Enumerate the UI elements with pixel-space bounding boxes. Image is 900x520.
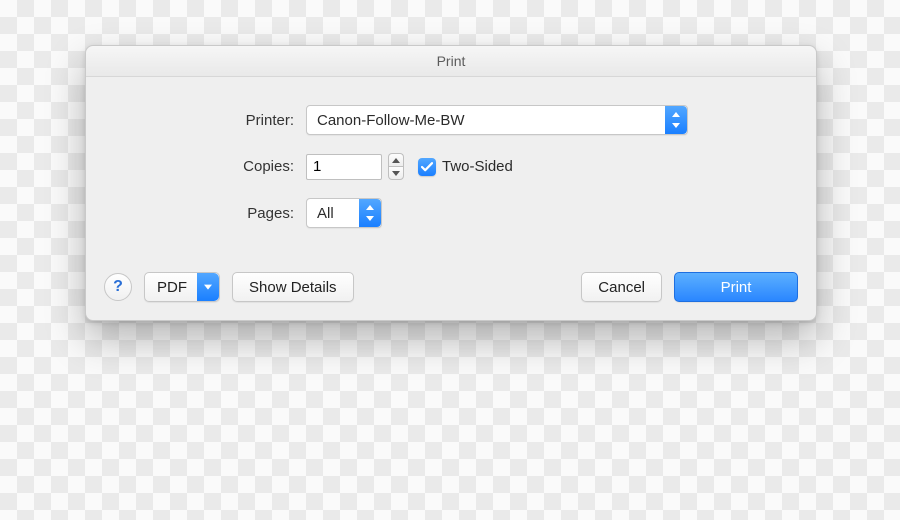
cancel-label: Cancel xyxy=(598,279,645,296)
copies-input[interactable] xyxy=(306,154,382,180)
printer-label: Printer: xyxy=(114,112,306,129)
dialog-title: Print xyxy=(437,53,466,69)
cancel-button[interactable]: Cancel xyxy=(581,272,662,302)
chevron-down-icon xyxy=(197,273,219,301)
checkmark-icon xyxy=(421,162,433,172)
print-button[interactable]: Print xyxy=(674,272,798,302)
copies-label: Copies: xyxy=(114,158,306,175)
pages-label: Pages: xyxy=(114,205,306,222)
updown-icon xyxy=(665,106,687,134)
printer-select[interactable]: Canon-Follow-Me-BW xyxy=(306,105,688,135)
copies-stepper[interactable] xyxy=(388,153,404,180)
stepper-up-icon[interactable] xyxy=(388,153,404,166)
dialog-body: Printer: Canon-Follow-Me-BW Copies: xyxy=(86,77,816,264)
pdf-button[interactable]: PDF xyxy=(144,272,220,302)
help-icon: ? xyxy=(113,278,123,296)
titlebar: Print xyxy=(86,46,816,77)
background: Print Printer: Canon-Follow-Me-BW Copies… xyxy=(0,0,900,520)
copies-row: Copies: Two-Sided xyxy=(114,153,788,180)
two-sided-checkbox[interactable] xyxy=(418,158,436,176)
stepper-down-icon[interactable] xyxy=(388,166,404,180)
pdf-label: PDF xyxy=(157,279,187,296)
show-details-label: Show Details xyxy=(249,279,337,296)
show-details-button[interactable]: Show Details xyxy=(232,272,354,302)
pages-row: Pages: All xyxy=(114,198,788,228)
two-sided-label: Two-Sided xyxy=(442,158,513,175)
dialog-footer: ? PDF Show Details Cancel Print xyxy=(86,264,816,320)
print-dialog: Print Printer: Canon-Follow-Me-BW Copies… xyxy=(85,45,817,321)
printer-row: Printer: Canon-Follow-Me-BW xyxy=(114,105,788,135)
updown-icon xyxy=(359,199,381,227)
pages-select[interactable]: All xyxy=(306,198,382,228)
printer-value: Canon-Follow-Me-BW xyxy=(307,112,665,129)
help-button[interactable]: ? xyxy=(104,273,132,301)
print-label: Print xyxy=(721,279,752,296)
pages-value: All xyxy=(307,205,359,222)
